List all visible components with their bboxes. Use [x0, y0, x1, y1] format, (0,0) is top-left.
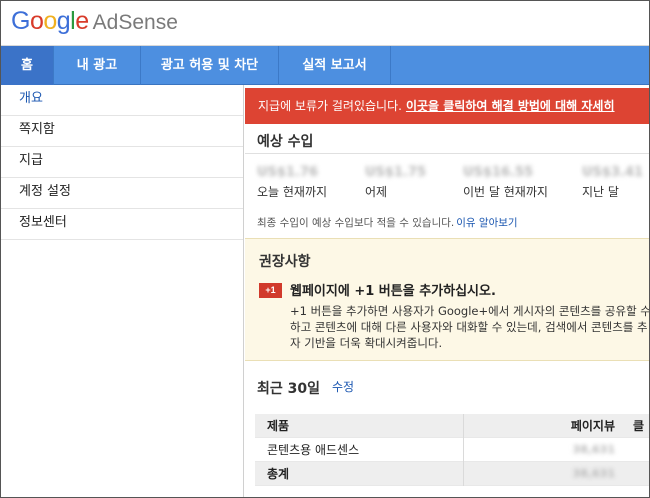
sidebar-item-inbox[interactable]: 쪽지함	[1, 116, 243, 147]
sidebar-item-payments[interactable]: 지급	[1, 147, 243, 178]
earnings-amount: US$3.41	[582, 165, 644, 180]
tab-home[interactable]: 홈	[1, 46, 54, 85]
earnings-label: 이번 달 현재까지	[463, 185, 548, 199]
earnings-label: 오늘 현재까지	[257, 185, 328, 199]
recommendations-title: 권장사항	[259, 254, 311, 270]
estimated-earnings-title: 예상 수입	[257, 134, 314, 150]
cell-pageviews: 38,631	[572, 443, 615, 456]
column-header-pageviews[interactable]: 페이지뷰	[525, 414, 615, 438]
logo-letter: g	[56, 7, 71, 35]
sidebar-item-overview[interactable]: 개요	[1, 85, 243, 116]
payment-hold-alert: 지급에 보류가 걸려있습니다. 이곳을 클릭하여 해결 방법에 대해 자세히	[245, 88, 649, 124]
earnings-this-month: US$16.55 이번 달 현재까지	[463, 165, 548, 200]
learn-why-link[interactable]: 이유 알아보기	[456, 217, 517, 229]
logo-product-name: AdSense	[92, 11, 178, 34]
earnings-today: US$1.76 오늘 현재까지	[257, 165, 327, 200]
column-divider	[463, 438, 464, 462]
table-total-row: 총계 38,631	[255, 462, 649, 486]
google-plus-one-icon: +1	[259, 283, 282, 298]
last-30-days-title: 최근 30일	[257, 381, 320, 397]
alert-link[interactable]: 이곳을 클릭하여 해결 방법에 대해 자세히	[406, 99, 615, 113]
logo-letter: G	[11, 7, 30, 35]
recommendation-line: 자 기반을 더욱 확대시켜줍니다.	[290, 336, 443, 350]
alert-text: 지급에 보류가 걸려있습니다.	[258, 99, 402, 113]
earnings-disclaimer: 최종 수입이 예상 수입보다 적을 수 있습니다. 이유 알아보기	[257, 215, 518, 230]
column-header-product[interactable]: 제품	[267, 414, 289, 438]
main-nav: 홈 내 광고 광고 허용 및 차단 실적 보고서	[1, 46, 649, 85]
recommendations-panel: 권장사항 +1 웹페이지에 +1 버튼을 추가하십시오. +1 버튼을 추가하면…	[245, 238, 650, 361]
sidebar-item-account-settings[interactable]: 계정 설정	[1, 178, 243, 209]
column-divider	[463, 462, 464, 486]
edit-link[interactable]: 수정	[332, 378, 354, 395]
sidebar: 개요 쪽지함 지급 계정 설정 정보센터	[1, 85, 244, 497]
earnings-label: 어제	[365, 185, 388, 199]
earnings-last-month: US$3.41 지난 달	[582, 165, 643, 200]
sidebar-item-help-center[interactable]: 정보센터	[1, 209, 243, 240]
divider	[245, 153, 649, 154]
earnings-yesterday: US$1.75 어제	[365, 165, 426, 200]
table-header-row: 제품 페이지뷰 클	[255, 414, 649, 438]
cell-total-label: 총계	[267, 467, 290, 481]
recommendation-heading[interactable]: 웹페이지에 +1 버튼을 추가하십시오.	[290, 280, 496, 299]
header: Google AdSense	[1, 1, 649, 46]
performance-table: 제품 페이지뷰 클 콘텐츠용 애드센스 38,631 총계 38,631	[255, 414, 649, 486]
recommendation-body: +1 버튼을 추가하면 사용자가 Google+에서 게시자의 콘텐츠를 공유할…	[290, 303, 650, 351]
tab-allow-block-ads[interactable]: 광고 허용 및 차단	[141, 46, 279, 85]
disclaimer-text: 최종 수입이 예상 수입보다 적을 수 있습니다.	[257, 217, 455, 229]
logo-letter: o	[29, 7, 44, 35]
logo-letter: o	[43, 7, 57, 35]
earnings-amount: US$1.75	[365, 165, 427, 180]
recommendation-line: +1 버튼을 추가하면 사용자가 Google+에서 게시자의 콘텐츠를 공유할…	[290, 304, 650, 318]
table-row: 콘텐츠용 애드센스 38,631	[255, 438, 649, 462]
cell-total-pageviews: 38,631	[572, 467, 615, 480]
earnings-amount: US$1.76	[257, 165, 319, 180]
adsense-window: Google AdSense 홈 내 광고 광고 허용 및 차단 실적 보고서 개…	[0, 0, 650, 498]
recommendation-line: 하고 콘텐츠에 대해 다른 사용자와 대화할 수 있는데, 검색에서 콘텐츠를 …	[290, 320, 648, 334]
cell-product: 콘텐츠용 애드센스	[267, 443, 360, 457]
earnings-amount: US$16.55	[463, 165, 534, 180]
google-adsense-logo[interactable]: Google AdSense	[11, 7, 178, 36]
logo-letter: e	[75, 7, 89, 35]
earnings-label: 지난 달	[582, 185, 619, 199]
tab-performance-reports[interactable]: 실적 보고서	[279, 46, 391, 85]
tab-my-ads[interactable]: 내 광고	[54, 46, 141, 85]
column-divider	[463, 414, 464, 438]
main-content: 지급에 보류가 걸려있습니다. 이곳을 클릭하여 해결 방법에 대해 자세히 예상…	[245, 85, 650, 497]
column-header-clicks[interactable]: 클	[633, 414, 644, 438]
